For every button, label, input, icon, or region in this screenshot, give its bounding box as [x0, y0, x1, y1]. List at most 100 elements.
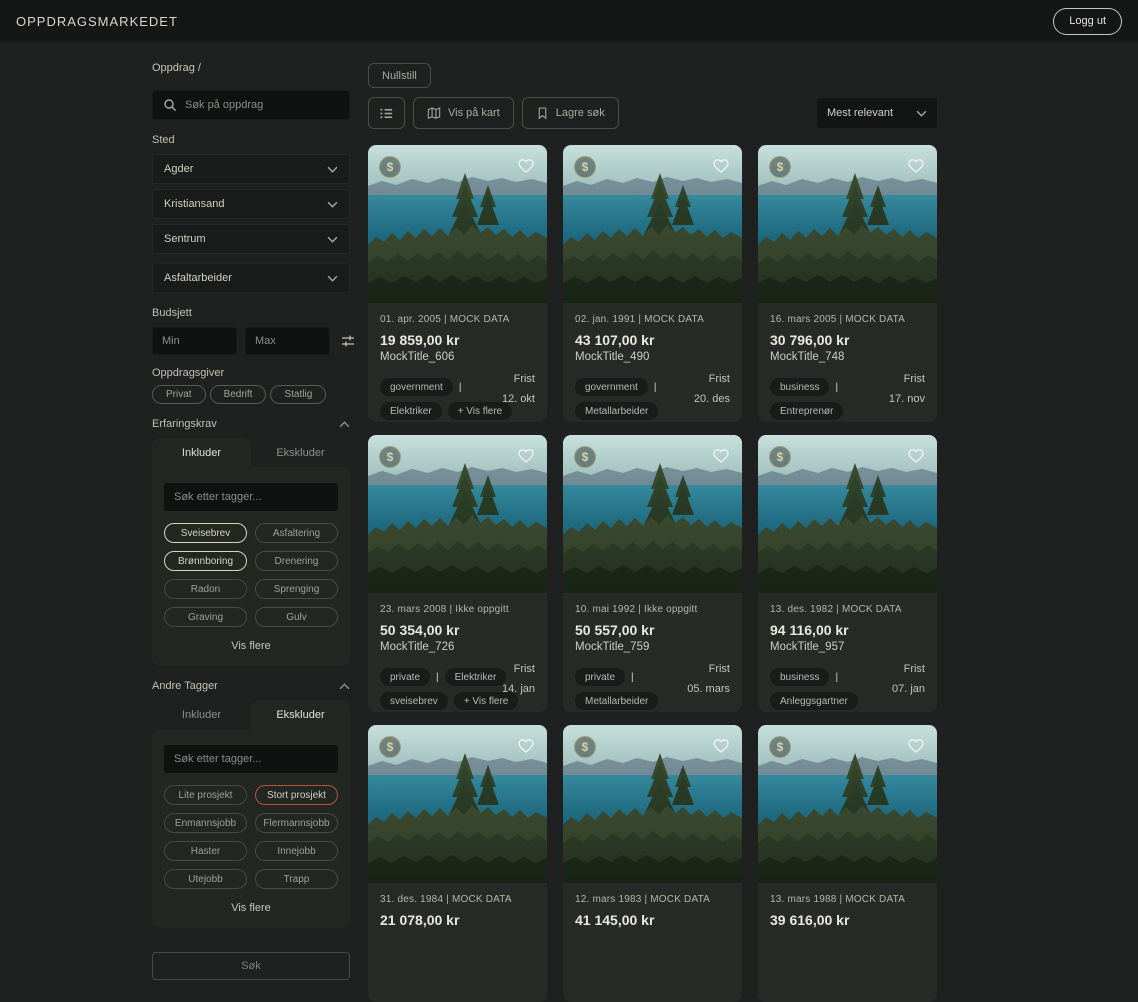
deadline: Frist12. okt — [502, 370, 535, 410]
breadcrumb[interactable]: Oppdrag / — [152, 62, 350, 74]
tag-panel-andre-tagger: Lite prosjekt Stort prosjekt Enmannsjobb Fl… — [152, 729, 350, 928]
search-submit-button[interactable]: Søk — [152, 952, 350, 980]
select-agder[interactable]: Agder — [152, 154, 350, 184]
job-card[interactable]: $01. apr. 2005 | MOCK DATA19 859,00 krMo… — [368, 145, 547, 422]
tag-haster[interactable]: Haster — [164, 841, 247, 861]
select-sentrum[interactable]: Sentrum — [152, 224, 350, 254]
tag-lite-prosjekt[interactable]: Lite prosjekt — [164, 785, 247, 805]
reset-button[interactable]: Nullstill — [368, 63, 431, 88]
save-search-label: Lagre søk — [556, 107, 605, 119]
show-more-tags-andre-tagger[interactable]: Vis flere — [164, 902, 338, 914]
oppdragsgiver-label: Oppdragsgiver — [152, 367, 350, 379]
card-tag-row: Anleggsgartner — [770, 692, 892, 710]
card-tag: Elektriker — [380, 402, 442, 420]
tag-enmannsjobb[interactable]: Enmannsjobb — [164, 813, 247, 833]
job-card[interactable]: $12. mars 1983 | MOCK DATA41 145,00 kr — [563, 725, 742, 1002]
favorite-icon[interactable] — [516, 156, 536, 174]
card-tag-row: business| — [770, 668, 892, 686]
tag-stort-prosjekt[interactable]: Stort prosjekt — [255, 785, 338, 805]
sted-selects: Agder Kristiansand Sentrum Asfaltarbeider — [152, 154, 350, 293]
section-header-erfaringskrav[interactable]: Erfaringskrav — [152, 418, 350, 430]
tag-asfaltering[interactable]: Asfaltering — [255, 523, 338, 543]
tab-erfaringskrav-inkluder[interactable]: Inkluder — [152, 438, 251, 467]
job-card[interactable]: $02. jan. 1991 | MOCK DATA43 107,00 krMo… — [563, 145, 742, 422]
card-tag: Entreprenør — [770, 402, 843, 420]
card-tag-row: private|Elektriker — [380, 668, 502, 686]
card-meta: 02. jan. 1991 | MOCK DATA — [575, 314, 730, 325]
select-kristiansand[interactable]: Kristiansand — [152, 189, 350, 219]
tag-flermannsjobb[interactable]: Flermannsjobb — [255, 813, 338, 833]
client-type-statlig[interactable]: Statlig — [270, 385, 326, 404]
list-view-button[interactable] — [368, 97, 405, 129]
favorite-icon[interactable] — [711, 736, 731, 754]
app-title: OPPDRAGSMARKEDET — [16, 14, 178, 29]
budget-max-field[interactable] — [245, 327, 330, 355]
client-type-privat[interactable]: Privat — [152, 385, 206, 404]
favorite-icon[interactable] — [711, 446, 731, 464]
job-card[interactable]: $13. mars 1988 | MOCK DATA39 616,00 kr — [758, 725, 937, 1002]
tab-andre-tagger-inkluder[interactable]: Inkluder — [152, 700, 251, 729]
card-price: 21 078,00 kr — [380, 912, 535, 928]
sliders-icon[interactable] — [340, 333, 356, 349]
deadline-label: Frist — [687, 660, 730, 680]
card-body: 13. mars 1988 | MOCK DATA39 616,00 kr — [758, 883, 937, 1002]
search-input[interactable] — [152, 90, 350, 120]
card-body: 13. des. 1982 | MOCK DATA94 116,00 krMoc… — [758, 593, 937, 712]
logout-button[interactable]: Logg ut — [1053, 8, 1122, 35]
card-tag: business — [770, 378, 829, 396]
select-asfaltarbeider[interactable]: Asfaltarbeider — [152, 263, 350, 293]
favorite-icon[interactable] — [906, 156, 926, 174]
dollar-badge-icon: $ — [379, 156, 401, 178]
favorite-icon[interactable] — [906, 736, 926, 754]
card-title: MockTitle_957 — [770, 641, 925, 653]
card-tag-row: government| — [575, 378, 697, 396]
card-tag: Metallarbeider — [575, 692, 658, 710]
tab-erfaringskrav-ekskluder[interactable]: Ekskluder — [251, 438, 350, 467]
tag-innejobb[interactable]: Innejobb — [255, 841, 338, 861]
card-price: 39 616,00 kr — [770, 912, 925, 928]
tag-search-input-andre-tagger[interactable] — [164, 745, 338, 773]
deadline-label: Frist — [502, 370, 535, 390]
tag-search-input-erfaringskrav[interactable] — [164, 483, 338, 511]
tag-brønnboring[interactable]: Brønnboring — [164, 551, 247, 571]
job-card[interactable]: $13. des. 1982 | MOCK DATA94 116,00 krMo… — [758, 435, 937, 712]
card-meta: 16. mars 2005 | MOCK DATA — [770, 314, 925, 325]
tab-andre-tagger-ekskluder[interactable]: Ekskluder — [251, 700, 350, 729]
section-label-erfaringskrav: Erfaringskrav — [152, 418, 217, 430]
favorite-icon[interactable] — [711, 156, 731, 174]
tabs-erfaringskrav: InkluderEkskluder — [152, 438, 350, 467]
client-type-bedrift[interactable]: Bedrift — [210, 385, 267, 404]
deadline: Frist14. jan — [502, 660, 535, 700]
favorite-icon[interactable] — [906, 446, 926, 464]
job-card[interactable]: $10. mai 1992 | Ikke oppgitt50 557,00 kr… — [563, 435, 742, 712]
tag-drenering[interactable]: Drenering — [255, 551, 338, 571]
tag-gulv[interactable]: Gulv — [255, 607, 338, 627]
chevron-down-icon — [327, 275, 338, 282]
card-image: $ — [368, 435, 547, 593]
tag-graving[interactable]: Graving — [164, 607, 247, 627]
tag-sprenging[interactable]: Sprenging — [255, 579, 338, 599]
section-header-andre-tagger[interactable]: Andre Tagger — [152, 680, 350, 692]
show-more-tags-erfaringskrav[interactable]: Vis flere — [164, 640, 338, 652]
tag-sveisebrev[interactable]: Sveisebrev — [164, 523, 247, 543]
tag-radon[interactable]: Radon — [164, 579, 247, 599]
tag-utejobb[interactable]: Utejobb — [164, 869, 247, 889]
tag-trapp[interactable]: Trapp — [255, 869, 338, 889]
job-card[interactable]: $31. des. 1984 | MOCK DATA21 078,00 kr — [368, 725, 547, 1002]
deadline-label: Frist — [889, 370, 925, 390]
job-card[interactable]: $16. mars 2005 | MOCK DATA30 796,00 krMo… — [758, 145, 937, 422]
favorite-icon[interactable] — [516, 446, 536, 464]
card-image: $ — [563, 725, 742, 883]
chevron-down-icon — [327, 236, 338, 243]
show-on-map-button[interactable]: Vis på kart — [413, 97, 514, 129]
budget-min-field[interactable] — [152, 327, 237, 355]
favorite-icon[interactable] — [516, 736, 536, 754]
job-card[interactable]: $23. mars 2008 | Ikke oppgitt50 354,00 k… — [368, 435, 547, 712]
card-body: 01. apr. 2005 | MOCK DATA19 859,00 krMoc… — [368, 303, 547, 422]
save-search-button[interactable]: Lagre søk — [522, 97, 619, 129]
sort-select[interactable]: Mest relevant — [817, 98, 937, 128]
card-meta: 31. des. 1984 | MOCK DATA — [380, 894, 535, 905]
card-price: 41 145,00 kr — [575, 912, 730, 928]
card-tag: Anleggsgartner — [770, 692, 858, 710]
select-value-agder: Agder — [164, 163, 193, 175]
